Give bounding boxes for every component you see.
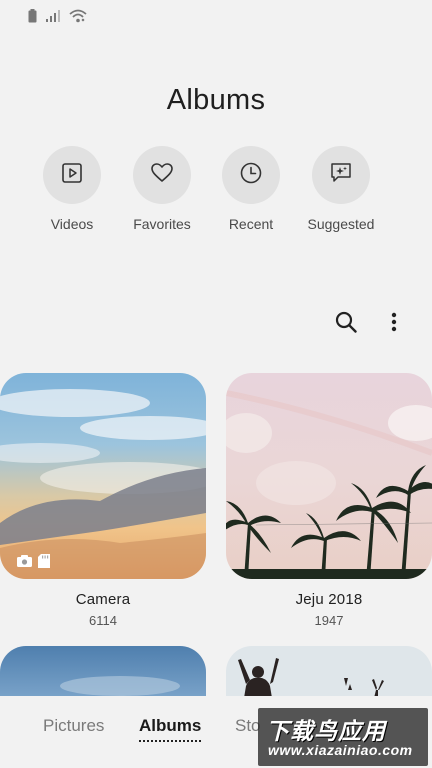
shortcut-suggested-button[interactable] <box>312 146 370 204</box>
shortcut-favorites-label: Favorites <box>133 216 191 232</box>
battery-icon <box>28 9 37 23</box>
wifi-icon <box>69 9 87 23</box>
album-name: Jeju 2018 <box>295 591 363 608</box>
shortcut-videos-label: Videos <box>50 216 94 232</box>
shortcut-recent[interactable]: Recent <box>206 146 296 232</box>
shortcut-recent-button[interactable] <box>222 146 280 204</box>
album-thumbnail[interactable] <box>226 373 432 579</box>
watermark-url: www.xiazainiao.com <box>268 742 413 758</box>
shortcut-recent-label: Recent <box>228 216 274 232</box>
shortcut-suggested[interactable]: Suggested <box>296 146 386 232</box>
album-thumbnail[interactable] <box>0 373 206 579</box>
shortcut-favorites-button[interactable] <box>133 146 191 204</box>
shortcut-suggested-label: Suggested <box>307 216 375 232</box>
tab-stories[interactable]: Sto <box>235 716 261 736</box>
album-name: Camera <box>75 591 131 608</box>
shortcut-videos-button[interactable] <box>43 146 101 204</box>
watermark-logo: 下载鸟应用 www.xiazainiao.com <box>258 708 428 766</box>
video-play-icon <box>61 162 83 189</box>
sd-card-icon <box>38 554 50 568</box>
heart-icon <box>151 162 173 188</box>
album-count: 1947 <box>314 613 344 628</box>
more-options-button[interactable] <box>382 310 406 338</box>
camera-icon <box>17 555 32 567</box>
tab-albums[interactable]: Albums <box>139 716 202 742</box>
tab-pictures[interactable]: Pictures <box>43 716 104 736</box>
clock-icon <box>240 162 262 189</box>
shortcut-favorites[interactable]: Favorites <box>117 146 207 232</box>
more-options-icon <box>391 312 397 337</box>
album-card[interactable]: Camera 6114 <box>0 373 206 628</box>
search-icon <box>335 311 357 338</box>
watermark-title: 下载鸟应用 <box>266 718 386 744</box>
album-count: 6114 <box>89 613 117 628</box>
page-title: Albums <box>166 84 266 116</box>
album-thumbnail[interactable] <box>0 646 206 698</box>
shortcut-row: Videos Favorites Recent Suggested <box>0 146 432 246</box>
search-button[interactable] <box>332 310 360 338</box>
album-card[interactable]: Jeju 2018 1947 <box>226 373 432 628</box>
status-bar <box>0 0 432 32</box>
cellular-signal-icon <box>46 10 60 22</box>
sparkle-chat-icon <box>329 161 353 190</box>
album-thumbnail[interactable] <box>226 646 432 698</box>
shortcut-videos[interactable]: Videos <box>27 146 117 232</box>
